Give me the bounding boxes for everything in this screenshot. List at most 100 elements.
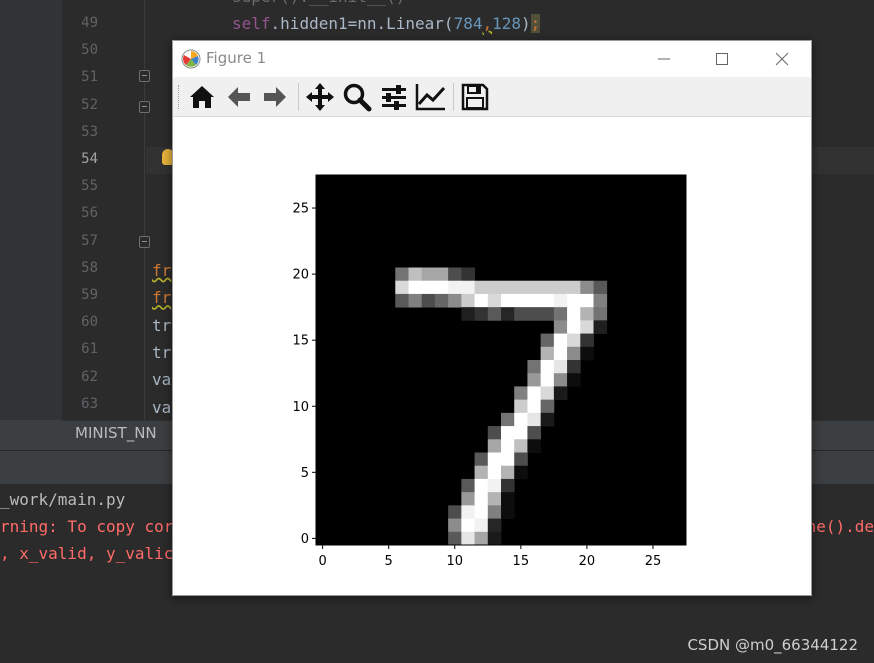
image-pixel <box>514 399 528 414</box>
home-icon <box>190 86 214 108</box>
x-tick-label: 25 <box>645 554 662 569</box>
code-fragment[interactable]: fr <box>152 257 171 284</box>
editor-tab-gutter <box>0 420 62 450</box>
image-pixel <box>553 360 568 374</box>
minimize-button[interactable] <box>635 41 693 77</box>
line-number: 59 <box>81 287 98 303</box>
save-button[interactable] <box>458 81 492 113</box>
image-pixel <box>487 531 502 546</box>
image-pixel <box>540 399 555 414</box>
navigation-toolbar <box>173 77 811 117</box>
image-pixel <box>567 360 581 374</box>
image-pixel <box>448 293 462 308</box>
line-number: 60 <box>81 314 98 331</box>
image-pixel <box>501 492 515 506</box>
image-pixel <box>553 307 568 321</box>
image-pixel <box>395 267 409 282</box>
image-pixel <box>540 280 555 295</box>
fold-marker-icon[interactable] <box>139 236 150 248</box>
figure-window[interactable]: Figure 1 0 5 10 15 20 25 0 5 10 15 20 25 <box>172 40 812 596</box>
matplotlib-logo-icon <box>181 49 201 69</box>
image-pixel <box>593 320 608 334</box>
x-tick-label: 10 <box>446 554 463 569</box>
image-pixel <box>540 293 555 308</box>
image-pixel <box>421 267 436 282</box>
image-pixel <box>487 439 502 453</box>
line-number: 49 <box>81 15 98 31</box>
back-button[interactable] <box>222 81 256 113</box>
edit-axis-icon <box>415 84 446 111</box>
editor-tab-label[interactable]: MINIST_NN <box>75 424 157 442</box>
image-pixel <box>395 280 409 295</box>
image-pixel <box>527 293 542 308</box>
image-pixel <box>421 293 436 308</box>
line-number: 55 <box>81 178 98 195</box>
image-pixel <box>514 465 528 480</box>
fold-marker-icon[interactable] <box>139 101 150 113</box>
image-pixel <box>487 465 502 480</box>
plot-canvas[interactable]: 0 5 10 15 20 25 0 5 10 15 20 25 <box>173 118 811 595</box>
x-tick-label: 5 <box>385 554 393 569</box>
minimize-icon <box>658 58 670 60</box>
image-pixel <box>487 426 502 440</box>
image-pixel <box>474 465 489 480</box>
image-pixel <box>487 478 502 493</box>
code-fragment[interactable]: va <box>152 394 171 421</box>
image-pixel <box>474 492 489 506</box>
code-fragment[interactable]: va <box>152 366 171 393</box>
line-number: 58 <box>81 259 98 276</box>
fold-guide-line <box>144 0 145 420</box>
y-tick-label: 15 <box>292 334 309 349</box>
image-pixel <box>474 452 489 467</box>
image-pixel <box>487 518 502 533</box>
image-pixel <box>527 386 542 401</box>
image-pixel <box>474 518 489 533</box>
image-pixel <box>461 307 475 321</box>
image-pixel <box>527 439 542 453</box>
fold-marker-icon[interactable] <box>139 70 150 82</box>
image-pixel <box>474 307 489 321</box>
image-pixel <box>487 452 502 467</box>
edit-axis-button[interactable] <box>414 81 448 113</box>
image-pixel <box>514 280 528 295</box>
image-pixel <box>540 386 555 401</box>
code-fragment[interactable]: fr <box>152 284 171 311</box>
save-floppy-icon <box>461 83 489 111</box>
image-pixel <box>395 293 409 308</box>
zoom-magnifier-icon <box>343 83 372 112</box>
image-pixel <box>553 386 568 401</box>
toolbar-grip[interactable] <box>178 85 180 109</box>
image-pixel <box>487 280 502 295</box>
y-tick-label: 20 <box>292 268 309 283</box>
image-pixel <box>580 293 594 308</box>
code-line-49[interactable]: self.hidden1=nn.Linear(784,128); <box>232 10 541 37</box>
image-pixel <box>567 346 581 361</box>
image-pixel <box>461 518 475 533</box>
code-token-self: self <box>232 14 271 33</box>
image-pixel <box>553 293 568 308</box>
configure-subplots-button[interactable] <box>377 81 411 113</box>
line-number: 57 <box>81 232 98 249</box>
image-pixel <box>501 505 515 519</box>
line-number: 53 <box>81 123 98 140</box>
pan-button[interactable] <box>303 81 337 113</box>
toolbar-separator <box>453 83 454 111</box>
image-pixel <box>408 280 423 295</box>
console-line: rning: To copy cor <box>0 517 174 536</box>
image-pixel <box>540 346 555 361</box>
zoom-button[interactable] <box>340 81 374 113</box>
y-tick-label: 5 <box>301 466 309 481</box>
code-fragment[interactable]: tr <box>152 339 171 366</box>
back-arrow-icon <box>228 87 250 107</box>
home-button[interactable] <box>185 81 219 113</box>
close-button[interactable] <box>753 41 811 77</box>
x-tick-label: 20 <box>579 554 596 569</box>
image-pixel <box>540 412 555 427</box>
image-pixel <box>514 293 528 308</box>
title-bar[interactable]: Figure 1 <box>173 41 811 77</box>
image-pixel <box>434 267 449 282</box>
code-fragment[interactable]: tr <box>152 312 171 339</box>
maximize-button[interactable] <box>693 41 751 77</box>
maximize-icon <box>716 53 728 65</box>
forward-button[interactable] <box>258 81 292 113</box>
